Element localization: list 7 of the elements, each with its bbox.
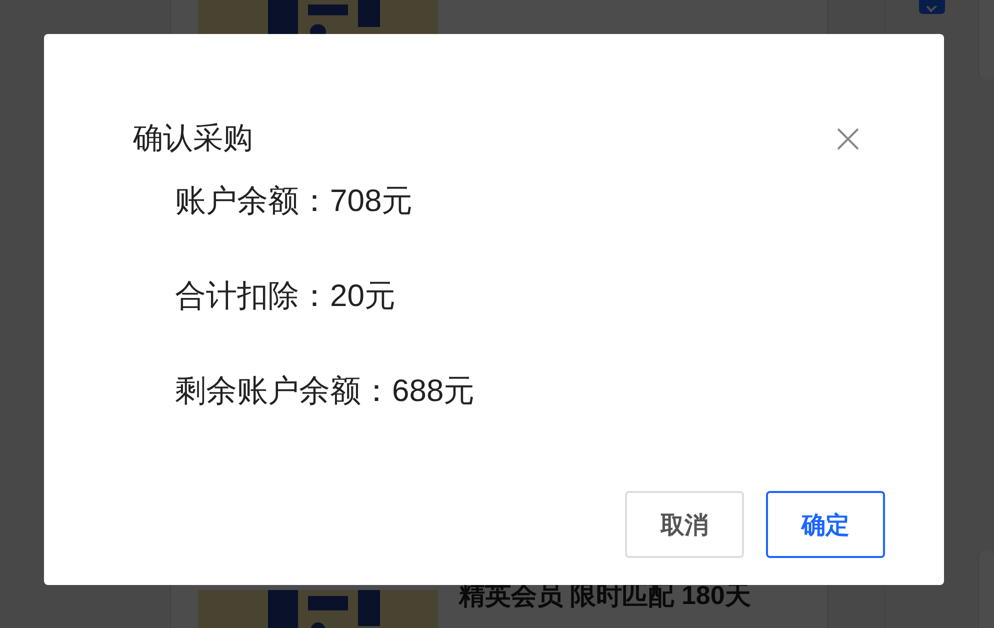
close-icon[interactable] (837, 128, 859, 150)
cancel-button[interactable]: 取消 (625, 491, 744, 558)
summary-line: 合计扣除：20元 (175, 277, 396, 315)
summary-line: 账户余额：708元 (175, 182, 414, 220)
summary-line: 剩余账户余额：688元 (175, 372, 476, 410)
dialog-title: 确认采购 (133, 121, 253, 157)
confirm-button[interactable]: 确定 (766, 491, 885, 558)
